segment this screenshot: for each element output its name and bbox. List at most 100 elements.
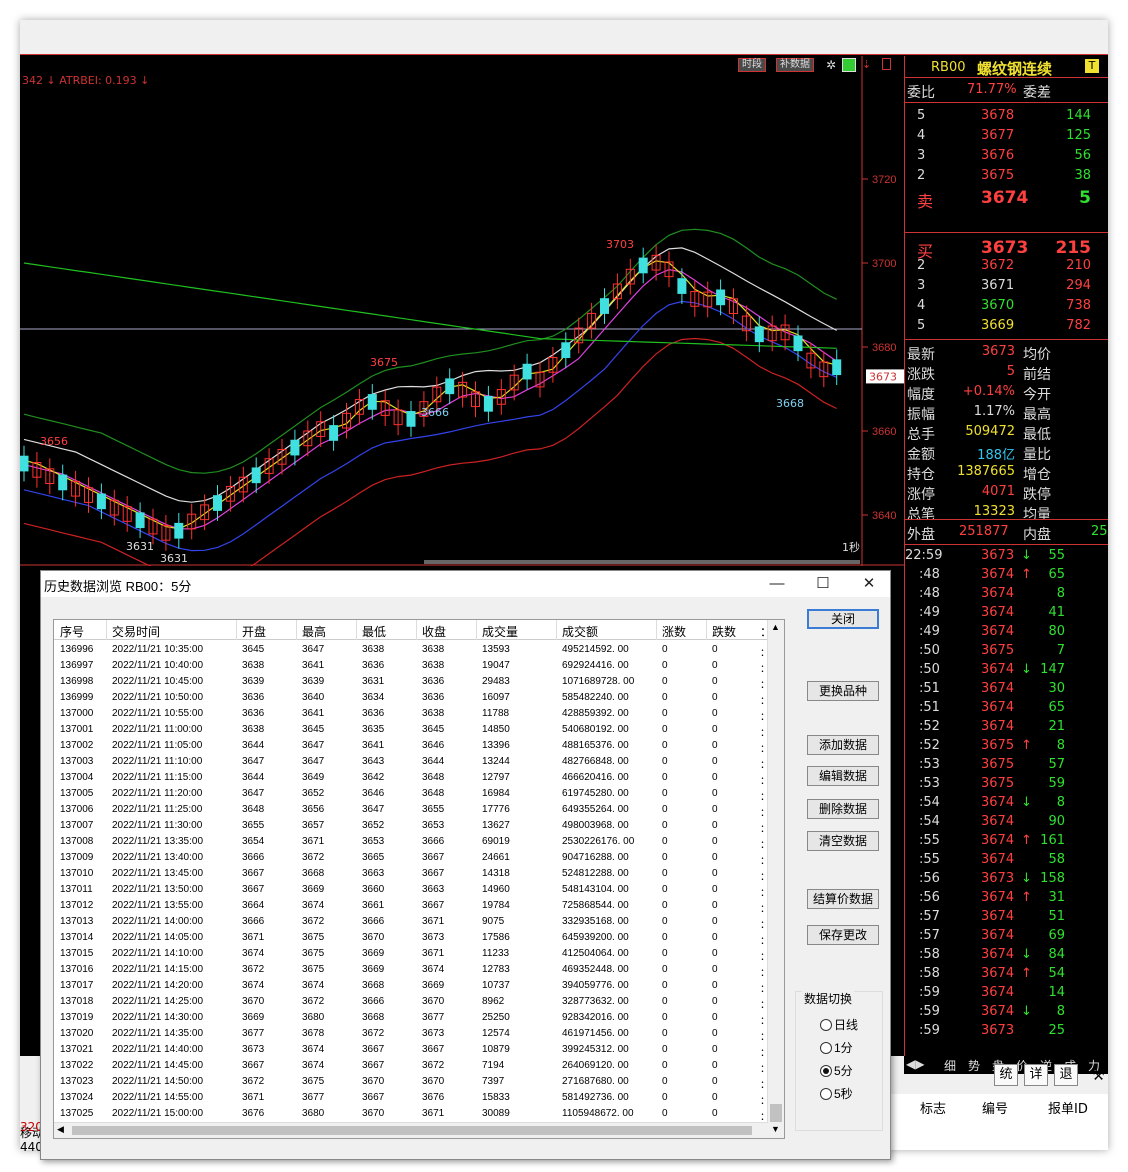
data-grid[interactable]: 序号 交易时间 开盘 最高 最低 收盘 成交量 成交额 涨数 跌数： 136996 2022/11/… bbox=[53, 619, 785, 1139]
table-row[interactable]: 136998 2022/11/21 10:45:00 3639 3639 3631 363… bbox=[54, 674, 770, 691]
table-row[interactable]: 137006 2022/11/21 11:25:00 3648 3656 3647 365… bbox=[54, 802, 770, 819]
scroll-left-icon[interactable]: ◀ bbox=[57, 1124, 64, 1135]
radio-option[interactable]: 5秒 bbox=[820, 1085, 853, 1102]
tick-time: :53 bbox=[919, 776, 940, 791]
grid-column-header[interactable]: 最低 bbox=[362, 623, 386, 640]
scroll-down-icon[interactable]: ▼ bbox=[771, 1124, 780, 1134]
radio-icon[interactable] bbox=[820, 1088, 832, 1100]
table-cell: 3663 bbox=[422, 884, 445, 895]
radio-icon[interactable] bbox=[820, 1065, 832, 1077]
table-row[interactable]: 137014 2022/11/21 14:05:00 3671 3675 3670 367… bbox=[54, 930, 770, 947]
ma-white-line bbox=[23, 247, 837, 503]
table-row[interactable]: 137007 2022/11/21 11:30:00 3655 3657 3652 365… bbox=[54, 818, 770, 835]
table-cell: 3671 bbox=[302, 836, 325, 847]
scroll-thumb[interactable] bbox=[770, 1104, 782, 1122]
table-row[interactable]: 136997 2022/11/21 10:40:00 3638 3641 3636 363… bbox=[54, 658, 770, 675]
table-row[interactable]: 137011 2022/11/21 13:50:00 3667 3669 3660 366… bbox=[54, 882, 770, 899]
grid-column-header[interactable]: 交易时间 bbox=[112, 623, 160, 640]
table-row[interactable]: 137000 2022/11/21 10:55:00 3636 3641 3636 363… bbox=[54, 706, 770, 723]
quote-tab[interactable]: 势 bbox=[968, 1057, 980, 1074]
radio-icon[interactable] bbox=[820, 1042, 832, 1054]
table-row[interactable]: 137025 2022/11/21 15:00:00 3676 3680 3670 367… bbox=[54, 1106, 770, 1123]
panel-toggle-icon[interactable] bbox=[882, 58, 891, 70]
table-row[interactable]: 137022 2022/11/21 14:45:00 3667 3674 3667 367… bbox=[54, 1058, 770, 1075]
table-row[interactable]: 137001 2022/11/21 11:00:00 3638 3645 3635 364… bbox=[54, 722, 770, 739]
bid-level: 2 bbox=[917, 258, 926, 273]
table-row[interactable]: 137015 2022/11/21 14:10:00 3674 3675 3669 367… bbox=[54, 946, 770, 963]
dialog-button[interactable]: 删除数据 bbox=[807, 799, 879, 819]
table-row[interactable]: 137012 2022/11/21 13:55:00 3664 3674 3661 366… bbox=[54, 898, 770, 915]
radio-option[interactable]: 日线 bbox=[820, 1016, 858, 1033]
tab-left-arrow-icon[interactable]: ◀▶ bbox=[906, 1057, 924, 1071]
green-status-icon[interactable] bbox=[842, 58, 856, 72]
gear-icon[interactable]: ✲ bbox=[826, 58, 836, 72]
grid-column-header[interactable]: 跌数 bbox=[712, 623, 736, 640]
grid-column-header[interactable]: 开盘 bbox=[242, 623, 266, 640]
dialog-button[interactable]: 清空数据 bbox=[807, 831, 879, 851]
table-row[interactable]: 137004 2022/11/21 11:15:00 3644 3649 3642 364… bbox=[54, 770, 770, 787]
grid-column-header[interactable]: 成交量 bbox=[482, 623, 518, 640]
grid-column-header[interactable]: 成交额 bbox=[562, 623, 598, 640]
radio-icon[interactable] bbox=[820, 1019, 832, 1031]
table-cell: 12797 bbox=[482, 772, 510, 783]
stat-right-label: 今开 bbox=[1023, 387, 1051, 403]
scroll-up-icon[interactable]: ▲ bbox=[771, 622, 780, 632]
table-row[interactable]: 137008 2022/11/21 13:35:00 3654 3671 3653 366… bbox=[54, 834, 770, 851]
table-row[interactable]: 136996 2022/11/21 10:35:00 3645 3647 3638 363… bbox=[54, 642, 770, 659]
period-button[interactable]: 时段 bbox=[738, 58, 766, 72]
side-button[interactable]: 详 bbox=[1024, 1064, 1048, 1086]
table-row[interactable]: 137016 2022/11/21 14:15:00 3672 3675 3669 367… bbox=[54, 962, 770, 979]
table-row[interactable]: 137002 2022/11/21 11:05:00 3644 3647 3641 364… bbox=[54, 738, 770, 755]
table-cell: 3644 bbox=[242, 740, 265, 751]
table-cell: 3675 bbox=[302, 964, 325, 975]
table-row[interactable]: 137019 2022/11/21 14:30:00 3669 3680 3668 367… bbox=[54, 1010, 770, 1027]
table-cell: 0 bbox=[662, 836, 668, 847]
bid-volume: 782 bbox=[1066, 318, 1091, 333]
table-cell: 3641 bbox=[302, 708, 325, 719]
table-row[interactable]: 137018 2022/11/21 14:25:00 3670 3672 3666 367… bbox=[54, 994, 770, 1011]
table-row[interactable]: 137017 2022/11/21 14:20:00 3674 3674 3668 366… bbox=[54, 978, 770, 995]
table-row[interactable]: 137024 2022/11/21 14:55:00 3671 3677 3667 367… bbox=[54, 1090, 770, 1107]
table-row[interactable]: 137003 2022/11/21 11:10:00 3647 3647 3643 364… bbox=[54, 754, 770, 771]
dialog-button[interactable]: 结算价数据 bbox=[807, 889, 879, 909]
table-row[interactable]: 137020 2022/11/21 14:35:00 3677 3678 3672 367… bbox=[54, 1026, 770, 1043]
grid-column-header[interactable]: 收盘 bbox=[422, 623, 446, 640]
grid-column-header[interactable]: 最高 bbox=[302, 623, 326, 640]
dialog-button[interactable]: 关闭 bbox=[807, 609, 879, 629]
h-scroll-thumb[interactable] bbox=[72, 1126, 752, 1135]
minimize-icon[interactable]: — bbox=[765, 573, 789, 595]
dialog-button[interactable]: 更换品种 bbox=[807, 681, 879, 701]
dialog-button[interactable]: 编辑数据 bbox=[807, 766, 879, 786]
grid-column-header[interactable]: 涨数 bbox=[662, 623, 686, 640]
maximize-icon[interactable]: ☐ bbox=[811, 573, 835, 595]
table-cell: 3646 bbox=[362, 788, 385, 799]
table-cell: 3635 bbox=[362, 724, 385, 735]
table-cell: 495214592. 00 bbox=[562, 644, 629, 655]
tools-icon[interactable]: ⚒ bbox=[1092, 1068, 1105, 1084]
table-cell: 3653 bbox=[362, 836, 385, 847]
t-icon[interactable]: T bbox=[1085, 59, 1099, 73]
vertical-scrollbar[interactable]: ▲ ▼ bbox=[767, 620, 784, 1138]
supplement-data-button[interactable]: 补数据 bbox=[776, 58, 814, 72]
dialog-button[interactable]: 添加数据 bbox=[807, 735, 879, 755]
table-row[interactable]: 137021 2022/11/21 14:40:00 3673 3674 3667 366… bbox=[54, 1042, 770, 1059]
table-row[interactable]: 137009 2022/11/21 13:40:00 3666 3672 3665 366… bbox=[54, 850, 770, 867]
table-row[interactable]: 137010 2022/11/21 13:45:00 3667 3668 3663 366… bbox=[54, 866, 770, 883]
close-icon[interactable]: ✕ bbox=[857, 573, 881, 595]
table-cell: 13244 bbox=[482, 756, 510, 767]
table-cell: 3672 bbox=[242, 1076, 265, 1087]
table-row[interactable]: 137013 2022/11/21 14:00:00 3666 3672 3666 367… bbox=[54, 914, 770, 931]
side-button[interactable]: 统 bbox=[994, 1064, 1018, 1086]
quote-tab[interactable]: 细 bbox=[944, 1057, 956, 1074]
dialog-button[interactable]: 保存更改 bbox=[807, 925, 879, 945]
side-button[interactable]: 退 bbox=[1054, 1064, 1078, 1086]
table-row[interactable]: 136999 2022/11/21 10:50:00 3636 3640 3634 363… bbox=[54, 690, 770, 707]
table-row[interactable]: 137005 2022/11/21 11:20:00 3647 3652 3646 364… bbox=[54, 786, 770, 803]
radio-option[interactable]: 5分 bbox=[820, 1062, 853, 1079]
horizontal-scrollbar[interactable]: ◀ bbox=[54, 1122, 768, 1138]
radio-option[interactable]: 1分 bbox=[820, 1039, 853, 1056]
table-row[interactable]: 137023 2022/11/21 14:50:00 3672 3675 3670 367… bbox=[54, 1074, 770, 1091]
candlestick-chart[interactable]: 3720 3700 3680 3660 3640 3673 342 ↓ ATRBEI: 0.… bbox=[20, 56, 904, 566]
tick-price: 3674 bbox=[981, 966, 1015, 981]
grid-column-header[interactable]: 序号 bbox=[60, 623, 84, 640]
